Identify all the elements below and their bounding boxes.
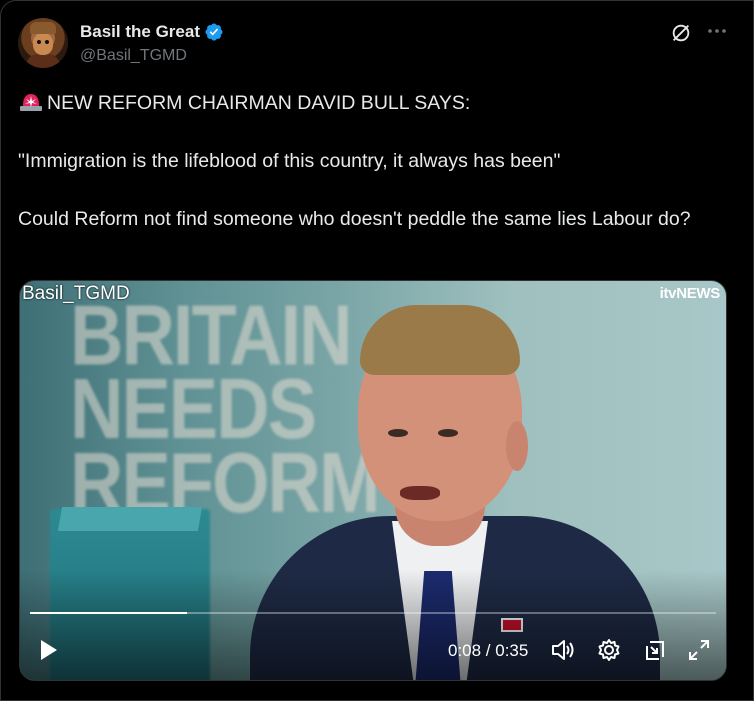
speaker-hair [360,305,520,375]
volume-button[interactable] [550,637,576,663]
fullscreen-button[interactable] [686,637,712,663]
speaker-eye [438,429,458,437]
tweet-text: NEW REFORM CHAIRMAN DAVID BULL SAYS: "Im… [18,88,734,234]
itv-news-logo: itvNEWS [659,285,721,302]
speaker-mouth [400,486,440,500]
settings-button[interactable] [596,637,622,663]
play-button[interactable] [38,637,60,663]
picture-in-picture-button[interactable] [642,637,668,663]
tweet-line-2: "Immigration is the lifeblood of this co… [18,150,561,172]
author-handle[interactable]: @Basil_TGMD [80,47,187,65]
controls-overlay [20,570,726,680]
tweet-line-headline: NEW REFORM CHAIRMAN DAVID BULL SAYS: [18,88,734,118]
tweet-header: Basil the Great @Basil_TGMD [18,14,736,70]
tweet-line-1: NEW REFORM CHAIRMAN DAVID BULL SAYS: [47,92,471,114]
author-display-name[interactable]: Basil the Great [80,22,200,42]
backdrop-slogan: BRITAIN NEEDS REFORM [70,293,381,525]
video-watermark: Basil_TGMD [22,283,130,304]
video-progress-bar[interactable] [30,612,716,614]
author-name-row[interactable]: Basil the Great [80,22,224,42]
verified-badge-icon[interactable] [204,22,224,42]
avatar[interactable] [18,18,68,68]
speaker-eye [388,429,408,437]
video-time-display: 0:08 / 0:35 [448,641,529,660]
lectern-top [57,507,203,531]
tweet-line-3: Could Reform not find someone who doesn'… [18,208,691,230]
siren-emoji-icon [18,90,44,112]
grok-icon[interactable] [670,22,692,44]
more-icon[interactable] [704,18,730,44]
video-player[interactable]: BRITAIN NEEDS REFORM Basil_TGMD itvNEWS … [19,280,727,681]
speaker-ear [506,421,528,471]
video-progress-fill [30,612,187,614]
